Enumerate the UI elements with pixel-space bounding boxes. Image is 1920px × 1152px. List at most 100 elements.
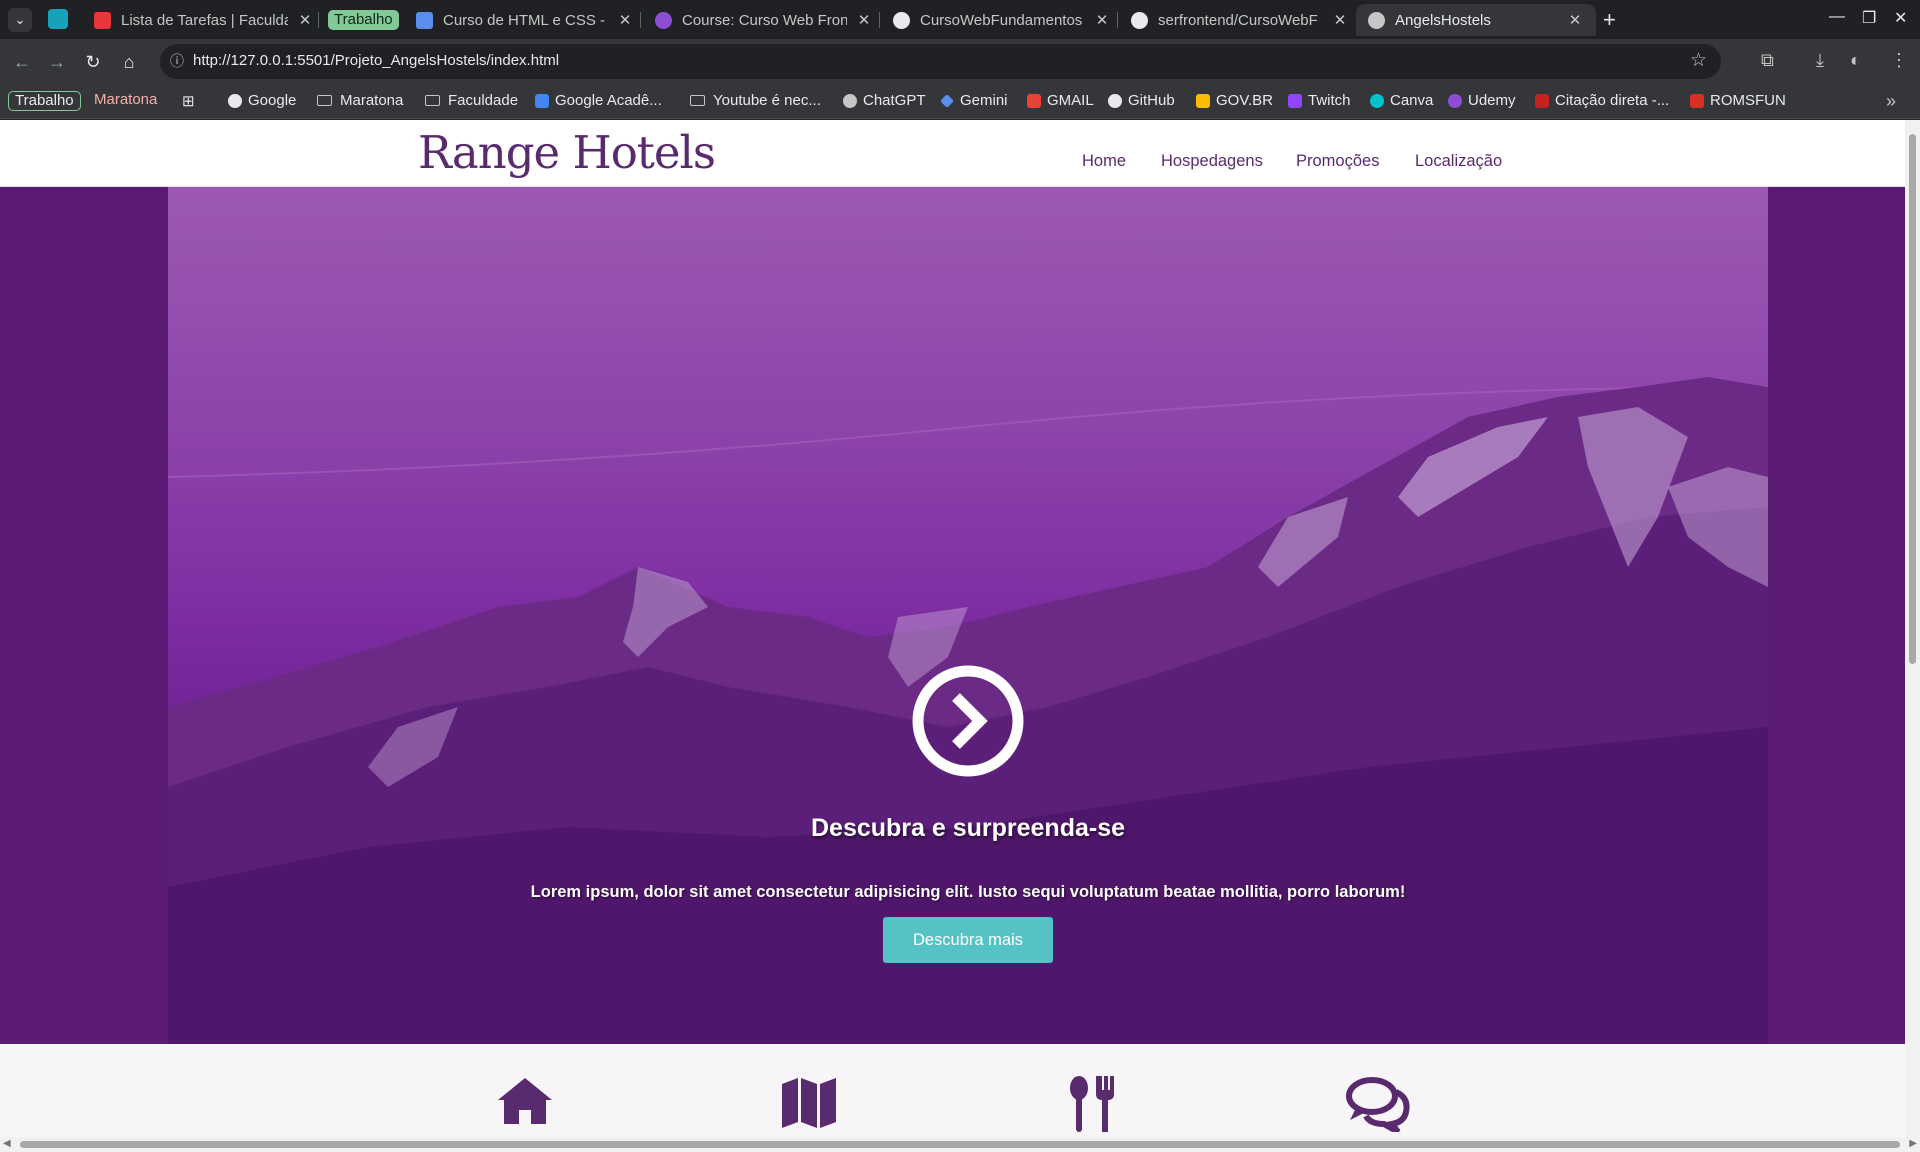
globe-icon (1368, 11, 1385, 29)
tab-separator (1117, 12, 1118, 28)
github-icon (893, 11, 910, 29)
folder-icon (690, 95, 705, 106)
close-icon[interactable]: ✕ (1566, 11, 1584, 29)
bookmark-gemini[interactable]: Gemini (940, 92, 1008, 109)
citation-icon (1535, 93, 1549, 108)
tab-course-web[interactable]: Course: Curso Web Front ✕ (655, 4, 873, 36)
site-info-icon[interactable]: ⓘ (166, 50, 188, 72)
chevron-circle-right-icon[interactable] (912, 665, 1024, 777)
tab-strip: ⌄ Lista de Tarefas | Faculda ✕ Trabalho … (0, 0, 1920, 39)
url-text[interactable]: http://127.0.0.1:5501/Projeto_AngelsHost… (193, 52, 559, 69)
profile-icon[interactable]: ◐ (1850, 50, 1861, 71)
close-icon[interactable]: ✕ (855, 11, 873, 29)
bookmark-google-academico[interactable]: Google Acadê... (535, 92, 662, 109)
minimize-icon[interactable]: — (1829, 8, 1845, 26)
hero-title: Descubra e surpreenda-se (810, 814, 1126, 842)
nav-localizacao[interactable]: Localização (1415, 152, 1502, 171)
tab-separator (318, 12, 319, 28)
extensions-icon[interactable]: ⧉ (1761, 50, 1774, 71)
chatgpt-icon (843, 93, 857, 108)
nav-hospedagens[interactable]: Hospedagens (1161, 152, 1263, 171)
tab-angelshostels[interactable]: AngelsHostels ✕ (1356, 4, 1596, 36)
bookmark-github[interactable]: GitHub (1108, 92, 1175, 109)
mountain-landscape (168, 377, 1768, 1044)
github-icon (1131, 11, 1148, 29)
tab-curso-html[interactable]: Curso de HTML e CSS - A ✕ (416, 4, 634, 36)
canva-icon (1370, 93, 1384, 108)
pinned-tab-icon[interactable] (48, 9, 68, 29)
bookmark-twitch[interactable]: Twitch (1288, 92, 1351, 109)
horizontal-scrollbar[interactable]: ◀ ▶ (0, 1137, 1920, 1152)
bookmark-youtube[interactable]: Youtube é nec... (690, 92, 821, 109)
tab-search-icon[interactable]: ⌄ (8, 8, 32, 32)
browser-window: ⌄ Lista de Tarefas | Faculda ✕ Trabalho … (0, 0, 1920, 1152)
tab-group-trabalho[interactable]: Trabalho (328, 10, 399, 30)
bookmarks-bar: Trabalho Maratona ⊞ Google Maratona Facu… (0, 85, 1920, 119)
bookmark-group-trabalho[interactable]: Trabalho (8, 91, 81, 111)
new-tab-icon[interactable]: + (1603, 7, 1616, 33)
address-bar[interactable]: ⓘ http://127.0.0.1:5501/Projeto_AngelsHo… (160, 44, 1721, 79)
bookmark-star-icon[interactable]: ☆ (1690, 49, 1707, 72)
udemy-icon (655, 11, 672, 29)
nav-promocoes[interactable]: Promoções (1296, 152, 1379, 171)
bookmark-citacao[interactable]: Citação direta -... (1535, 92, 1669, 109)
forward-icon[interactable]: → (44, 49, 70, 75)
vertical-scrollbar[interactable] (1905, 120, 1920, 1137)
bookmark-govbr[interactable]: GOV.BR (1196, 92, 1273, 109)
gmail-icon (1027, 93, 1041, 108)
horizontal-scroll-thumb[interactable] (20, 1141, 1900, 1148)
hero-section: Descubra e surpreenda-se Lorem ipsum, do… (168, 187, 1768, 1044)
features-section (0, 1044, 1905, 1137)
scroll-right-icon[interactable]: ▶ (1909, 1138, 1917, 1149)
bookmark-gmail[interactable]: GMAIL (1027, 92, 1094, 109)
maximize-icon[interactable]: ❐ (1862, 8, 1876, 28)
bookmark-canva[interactable]: Canva (1370, 92, 1433, 109)
romsfun-icon (1690, 93, 1704, 108)
udemy-icon (1448, 93, 1462, 108)
comments-icon (1346, 1077, 1410, 1132)
shield-icon (416, 11, 433, 29)
bookmark-maratona[interactable]: Maratona (317, 92, 403, 109)
bookmark-chatgpt[interactable]: ChatGPT (843, 92, 926, 109)
close-window-icon[interactable]: ✕ (1894, 8, 1907, 28)
bookmark-udemy[interactable]: Udemy (1448, 92, 1516, 109)
site-logo[interactable]: Range Hotels (418, 126, 716, 179)
bookmark-romsfun[interactable]: ROMSFUN (1690, 92, 1786, 109)
vertical-scroll-thumb[interactable] (1909, 134, 1916, 664)
utensils-icon (1070, 1076, 1114, 1132)
scroll-left-icon[interactable]: ◀ (3, 1138, 11, 1149)
folder-icon (317, 95, 332, 106)
back-icon[interactable]: ← (9, 49, 35, 75)
bookmark-group-maratona[interactable]: Maratona (88, 91, 163, 111)
close-icon[interactable]: ✕ (1093, 11, 1111, 29)
more-bookmarks-icon[interactable]: » (1886, 91, 1896, 112)
home-icon (498, 1078, 552, 1124)
map-icon (782, 1078, 836, 1128)
govbr-icon (1196, 93, 1210, 108)
home-icon[interactable]: ⌂ (116, 49, 142, 75)
scholar-icon (535, 93, 549, 108)
red-book-icon (94, 11, 111, 29)
twitch-icon (1288, 93, 1302, 108)
close-icon[interactable]: ✕ (296, 11, 314, 29)
reload-icon[interactable]: ↻ (80, 49, 106, 75)
folder-icon (425, 95, 440, 106)
site-header: Range Hotels Home Hospedagens Promoções … (0, 120, 1905, 187)
google-icon (228, 93, 242, 108)
gemini-icon (940, 93, 954, 108)
tab-lista-tarefas[interactable]: Lista de Tarefas | Faculda ✕ (94, 4, 314, 36)
nav-home[interactable]: Home (1082, 152, 1126, 171)
download-icon[interactable]: ⤓ (1816, 50, 1824, 71)
close-icon[interactable]: ✕ (616, 11, 634, 29)
tab-serfrontend[interactable]: serfrontend/CursoWebF ✕ (1131, 4, 1349, 36)
bookmark-faculdade[interactable]: Faculdade (425, 92, 518, 109)
discover-more-button[interactable]: Descubra mais (883, 917, 1053, 963)
tab-cursowebfundamentos[interactable]: CursoWebFundamentos ✕ (893, 4, 1111, 36)
apps-icon[interactable]: ⊞ (182, 92, 195, 110)
bookmark-google[interactable]: Google (228, 92, 296, 109)
tab-separator (879, 12, 880, 28)
tab-separator (640, 12, 641, 28)
hero-text: Lorem ipsum, dolor sit amet consectetur … (530, 883, 1406, 901)
close-icon[interactable]: ✕ (1331, 11, 1349, 29)
menu-icon[interactable]: ⋮ (1890, 50, 1908, 71)
